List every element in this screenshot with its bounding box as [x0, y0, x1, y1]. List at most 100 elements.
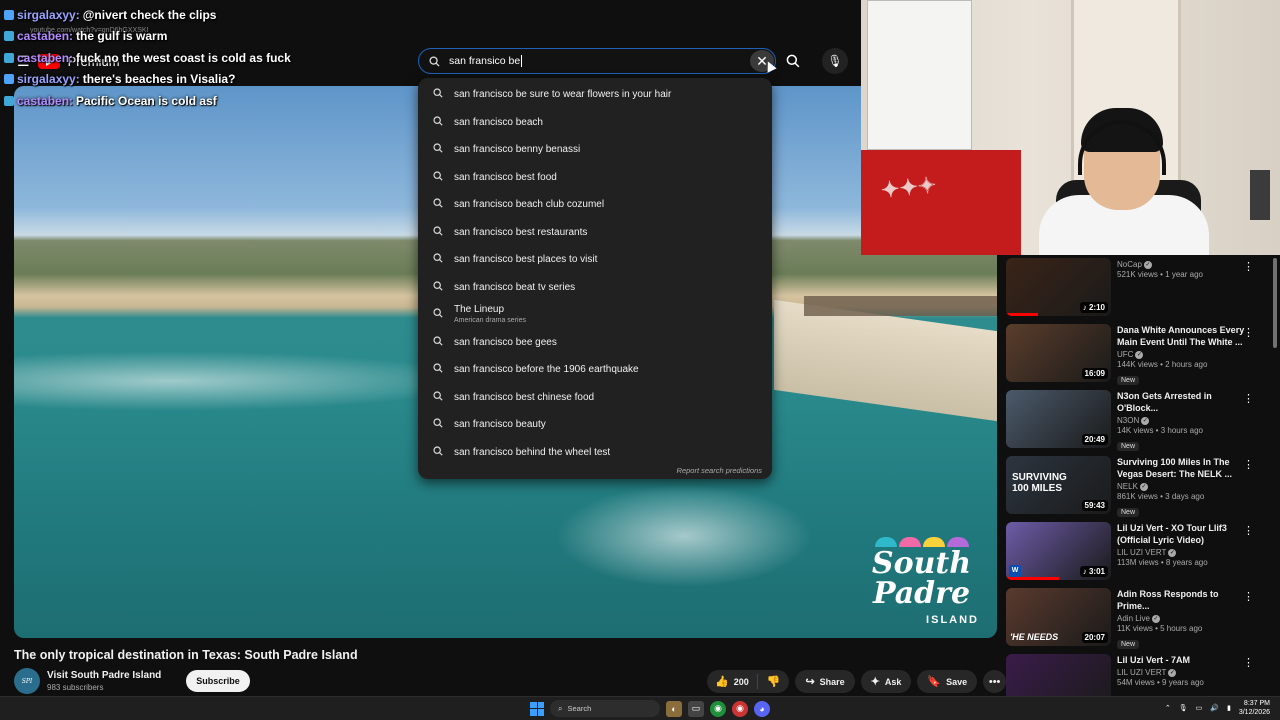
- video-meta: 14K views • 3 hours ago: [1117, 426, 1203, 435]
- share-button[interactable]: ↪ Share: [795, 670, 855, 693]
- search-icon: [433, 308, 445, 321]
- clock-date: 3/12/2026: [1238, 709, 1270, 716]
- search-suggestion[interactable]: san francisco beat tv series: [418, 274, 772, 302]
- search-suggestion[interactable]: san francisco bee gees: [418, 329, 772, 357]
- video-title[interactable]: Lil Uzi Vert - XO Tour Llif3 (Official L…: [1117, 522, 1247, 546]
- microphone-tray-icon[interactable]: 🎙: [1179, 704, 1188, 712]
- related-video-item[interactable]: ♪ 2:10 NoCap ✓ 521K views • 1 year ago ⋮: [1006, 256, 1272, 322]
- chrome-icon[interactable]: ◉: [710, 700, 726, 717]
- search-button[interactable]: [782, 50, 804, 72]
- stream-chat-overlay: sirgalaxyy: @nivert check the clips castab…: [4, 4, 291, 112]
- search-icon: [433, 363, 445, 376]
- video-duration: ♪ 3:01: [1079, 566, 1108, 577]
- more-actions-button[interactable]: •••: [983, 670, 1007, 693]
- speaker-icon[interactable]: 🔊: [1210, 704, 1219, 712]
- related-videos: ♪ 2:10 NoCap ✓ 521K views • 1 year ago ⋮ 16:0…: [1006, 256, 1272, 718]
- ask-button[interactable]: ✦ Ask: [860, 670, 912, 693]
- video-thumbnail[interactable]: 20:49: [1006, 390, 1111, 448]
- duration-text: 16:09: [1084, 369, 1105, 378]
- widget-icon[interactable]: ◐: [666, 700, 682, 717]
- discord-icon[interactable]: ◕: [754, 700, 770, 717]
- video-title[interactable]: Dana White Announces Every Main Event Un…: [1117, 324, 1247, 348]
- network-icon[interactable]: ▭: [1196, 704, 1203, 712]
- search-suggestion[interactable]: san francisco benny benassi: [418, 136, 772, 164]
- chat-message: sirgalaxyy: @nivert check the clips: [4, 4, 291, 26]
- video-thumbnail[interactable]: 16:09: [1006, 324, 1111, 382]
- chat-message: castaben: fuck no the west coast is cold …: [4, 47, 291, 69]
- video-frame-surf: [534, 476, 834, 596]
- search-suggestion[interactable]: san francisco best food: [418, 164, 772, 192]
- related-video-item[interactable]: 20:49 N3on Gets Arrested in O'Block... N3O…: [1006, 388, 1272, 454]
- video-thumbnail[interactable]: W ♪ 3:01: [1006, 522, 1111, 580]
- suggestion-text: san francisco beach club cozumel: [454, 199, 605, 211]
- search-suggestion[interactable]: san francisco beach: [418, 109, 772, 137]
- search-suggestion[interactable]: san francisco before the 1906 earthquake: [418, 356, 772, 384]
- search-suggestion[interactable]: san francisco behind the wheel test: [418, 439, 772, 467]
- save-button[interactable]: 🔖 Save: [917, 670, 978, 693]
- duration-text: 3:01: [1088, 567, 1105, 576]
- related-video-item[interactable]: 'HE NEEDS 20:07 Adin Ross Responds to Prim…: [1006, 586, 1272, 652]
- channel-name: LIL UZI VERT ✓: [1117, 668, 1177, 677]
- video-meta: 521K views • 1 year ago: [1117, 270, 1203, 279]
- search-suggestion[interactable]: san francisco best chinese food: [418, 384, 772, 412]
- related-video-item[interactable]: 16:09 Dana White Announces Every Main Eve…: [1006, 322, 1272, 388]
- task-view-icon[interactable]: ▭: [688, 700, 704, 717]
- search-suggestion[interactable]: san francisco best places to visit: [418, 246, 772, 274]
- chat-badge-icon: [4, 31, 14, 42]
- more-vert-icon[interactable]: ⋮: [1243, 392, 1254, 405]
- channel-name: UFC ✓: [1117, 350, 1144, 359]
- video-thumbnail[interactable]: SURVIVING 100 MILES 59:43: [1006, 456, 1111, 514]
- search-suggestion[interactable]: san francisco best restaurants: [418, 219, 772, 247]
- more-vert-icon[interactable]: ⋮: [1243, 260, 1254, 273]
- video-title[interactable]: N3on Gets Arrested in O'Block...: [1117, 390, 1247, 414]
- search-suggestion[interactable]: The Lineup American drama series: [418, 301, 772, 329]
- taskbar-search[interactable]: ⌕ Search: [550, 700, 660, 717]
- search-icon: [433, 88, 445, 101]
- clock[interactable]: 8:37 PM 3/12/2026: [1239, 699, 1270, 717]
- suggestion-text: san francisco best places to visit: [454, 254, 598, 266]
- verified-icon: ✓: [1151, 614, 1160, 623]
- more-vert-icon[interactable]: ⋮: [1243, 656, 1254, 669]
- search-icon: [433, 116, 445, 129]
- search-icon: [433, 418, 445, 431]
- tray-chevron-icon[interactable]: ⌃: [1165, 704, 1171, 712]
- related-video-item[interactable]: SURVIVING 100 MILES 59:43 Surviving 100 Mi…: [1006, 454, 1272, 520]
- thumbnail-text: SURVIVING 100 MILES: [1012, 472, 1067, 494]
- video-meta: 113M views • 8 years ago: [1117, 558, 1208, 567]
- subscribe-button[interactable]: Subscribe: [186, 670, 250, 692]
- video-frame-sand: [774, 299, 997, 423]
- suggestion-text: san francisco behind the wheel test: [454, 446, 611, 458]
- video-title[interactable]: Adin Ross Responds to Prime...: [1117, 588, 1247, 612]
- channel-avatar[interactable]: SPI: [14, 668, 40, 694]
- suggestion-subtitle: American drama series: [454, 316, 526, 324]
- more-vert-icon[interactable]: ⋮: [1243, 590, 1254, 603]
- more-vert-icon[interactable]: ⋮: [1243, 326, 1254, 339]
- dislike-button[interactable]: 👎: [758, 675, 790, 688]
- video-thumbnail[interactable]: 'HE NEEDS 20:07: [1006, 588, 1111, 646]
- video-thumbnail[interactable]: ♪ 2:10: [1006, 258, 1111, 316]
- windows-start-icon[interactable]: [530, 701, 544, 716]
- more-vert-icon[interactable]: ⋮: [1243, 524, 1254, 537]
- channel-name[interactable]: Visit South Padre Island: [47, 670, 161, 681]
- like-count: 200: [733, 676, 749, 687]
- browser-icon[interactable]: ◉: [732, 700, 748, 717]
- more-vert-icon[interactable]: ⋮: [1243, 458, 1254, 471]
- voice-search-button[interactable]: 🎙: [822, 48, 848, 74]
- report-search-predictions-link[interactable]: Report search predictions: [677, 466, 762, 475]
- related-video-item[interactable]: W ♪ 3:01 Lil Uzi Vert - XO Tour Llif3 (Off…: [1006, 520, 1272, 586]
- chat-username: sirgalaxyy:: [17, 7, 80, 22]
- video-actions: 👍 200 👎 ↪ Share ✦ Ask 🔖 Save •••: [707, 670, 1007, 693]
- search-input[interactable]: san fransico be: [418, 48, 776, 74]
- bookmark-icon: 🔖: [927, 676, 942, 688]
- verified-icon: ✓: [1143, 260, 1152, 269]
- video-title[interactable]: Surviving 100 Miles In The Vegas Desert:…: [1117, 456, 1247, 480]
- video-title[interactable]: Lil Uzi Vert - 7AM: [1117, 654, 1247, 666]
- search-suggestion[interactable]: san francisco beauty: [418, 411, 772, 439]
- like-button[interactable]: 👍 200: [707, 674, 758, 689]
- battery-icon[interactable]: ▮: [1227, 704, 1231, 712]
- search-suggestion[interactable]: san francisco beach club cozumel: [418, 191, 772, 219]
- whiteboard: [867, 0, 972, 150]
- sidebar-scrollbar[interactable]: [1273, 258, 1277, 348]
- search-icon: [433, 281, 445, 294]
- search-suggestion[interactable]: san francisco be sure to wear flowers in…: [418, 81, 772, 109]
